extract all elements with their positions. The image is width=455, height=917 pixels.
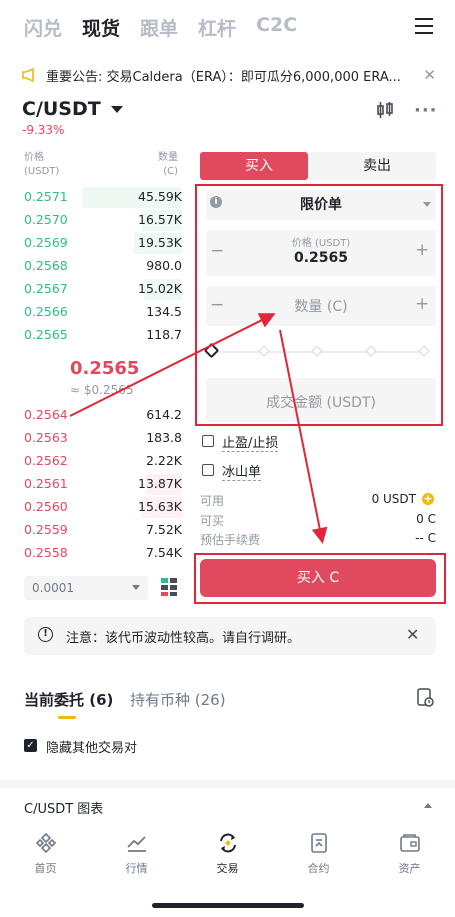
nav-trade[interactable]: 交易 xyxy=(182,828,273,888)
caret-up-icon[interactable] xyxy=(424,803,432,808)
more-icon[interactable]: ··· xyxy=(414,100,438,121)
pair-selector[interactable]: C/USDT xyxy=(22,98,123,120)
close-icon[interactable]: ✕ xyxy=(423,66,436,84)
hide-other-pairs-checkbox[interactable]: ✓ xyxy=(24,739,37,752)
wallet-icon xyxy=(399,834,420,852)
pair-name: C/USDT xyxy=(22,98,101,120)
active-tab-indicator xyxy=(58,716,76,719)
ob-qty-header: 数量 (C) xyxy=(158,152,178,177)
tab-spot[interactable]: 现货 xyxy=(82,14,120,41)
iceberg-label[interactable]: 冰山单 xyxy=(222,461,262,481)
available-label: 可用 xyxy=(200,494,225,508)
speaker-icon xyxy=(22,68,34,82)
ask-row[interactable]: 0.2571 45.59K xyxy=(22,186,182,209)
bid-row[interactable]: 0.2560 15.63K xyxy=(22,496,182,519)
tab-copy-trading[interactable]: 跟单 xyxy=(140,14,178,41)
ask-row[interactable]: 0.2569 19.53K xyxy=(22,232,182,255)
fee-label: 预估手续费 xyxy=(200,533,261,547)
nav-markets[interactable]: 行情 xyxy=(91,828,182,888)
tab-holdings[interactable]: 持有币种 (26) xyxy=(130,689,226,710)
announcement-text: 重要公告: 交易Caldera（ERA）：即可瓜分6,000,000 ERA..… xyxy=(46,69,401,85)
available-value: 0 USDT xyxy=(371,492,416,506)
tab-margin[interactable]: 杠杆 xyxy=(198,14,236,41)
bid-row[interactable]: 0.2564 614.2 xyxy=(22,404,182,427)
ask-list: 0.2571 45.59K 0.2570 16.57K 0.2569 19.53K 0… xyxy=(22,186,182,349)
nav-home[interactable]: 首页 xyxy=(0,828,91,888)
bid-row[interactable]: 0.2563 183.8 xyxy=(22,427,182,450)
home-icon xyxy=(35,832,56,854)
ask-row[interactable]: 0.2567 15.02K xyxy=(22,278,182,301)
candlestick-icon[interactable] xyxy=(376,101,394,119)
ob-price-header: 价格 (USDT) xyxy=(24,152,60,177)
bid-row[interactable]: 0.2562 2.22K xyxy=(22,450,182,473)
iceberg-checkbox[interactable] xyxy=(202,464,214,476)
can-buy-label: 可买 xyxy=(200,514,225,528)
bid-row[interactable]: 0.2558 7.54K xyxy=(22,542,182,565)
last-price-usd: ≈ $0.2565 xyxy=(70,383,134,397)
warning-icon: ! xyxy=(38,627,53,642)
home-indicator xyxy=(152,903,304,908)
bid-row[interactable]: 0.2561 13.87K xyxy=(22,473,182,496)
tab-convert[interactable]: 闪兑 xyxy=(24,14,62,41)
nav-assets[interactable]: 资产 xyxy=(364,828,455,888)
close-icon[interactable]: ✕ xyxy=(406,625,419,644)
trade-icon xyxy=(219,833,236,853)
tpsl-label[interactable]: 止盈/止损 xyxy=(222,432,279,452)
ask-row[interactable]: 0.2565 118.7 xyxy=(22,324,182,347)
caret-down-icon xyxy=(132,585,140,590)
trade-mode-tabs: 闪兑 现货 跟单 杠杆 C2C xyxy=(24,14,297,41)
price-change: -9.33% xyxy=(22,123,65,137)
announcement-bar[interactable]: 重要公告: 交易Caldera（ERA）：即可瓜分6,000,000 ERA..… xyxy=(22,64,436,86)
ask-row[interactable]: 0.2568 980.0 xyxy=(22,255,182,278)
risk-notice: 注意：该代币波动性较高。请自行调研。 xyxy=(24,617,436,655)
precision-select[interactable]: 0.0001 xyxy=(24,576,148,600)
nav-futures[interactable]: 合约 xyxy=(273,828,364,888)
last-price: 0.2565 xyxy=(70,358,140,379)
tpsl-checkbox[interactable] xyxy=(202,435,214,447)
bid-list: 0.2564 614.2 0.2563 183.8 0.2562 2.22K 0.25… xyxy=(22,404,182,567)
caret-down-icon xyxy=(110,105,123,113)
fee-value: -- C xyxy=(415,531,436,545)
menu-icon[interactable] xyxy=(415,18,433,34)
deposit-plus-icon[interactable]: + xyxy=(422,493,434,505)
annotation-highlight-form xyxy=(195,184,443,426)
bottom-nav: 首页 行情 交易 合约 资产 xyxy=(0,828,455,888)
ask-row[interactable]: 0.2570 16.57K xyxy=(22,209,182,232)
chart-toggle-label[interactable]: C/USDT 图表 xyxy=(24,798,103,817)
tab-open-orders[interactable]: 当前委托 (6) xyxy=(24,689,113,710)
annotation-highlight-buy xyxy=(194,553,446,604)
chart-icon xyxy=(126,836,146,852)
hide-other-pairs-label[interactable]: 隐藏其他交易对 xyxy=(46,737,137,756)
futures-icon xyxy=(310,833,327,853)
ask-row[interactable]: 0.2566 134.5 xyxy=(22,301,182,324)
orderbook-layout-icon[interactable] xyxy=(160,577,178,597)
tab-c2c[interactable]: C2C xyxy=(256,14,297,41)
bid-row[interactable]: 0.2559 7.52K xyxy=(22,519,182,542)
can-buy-value: 0 C xyxy=(416,512,436,526)
buy-tab[interactable]: 买入 xyxy=(200,152,318,180)
order-history-icon[interactable] xyxy=(416,688,434,708)
sell-tab[interactable]: 卖出 xyxy=(308,152,436,180)
section-divider xyxy=(0,780,455,788)
